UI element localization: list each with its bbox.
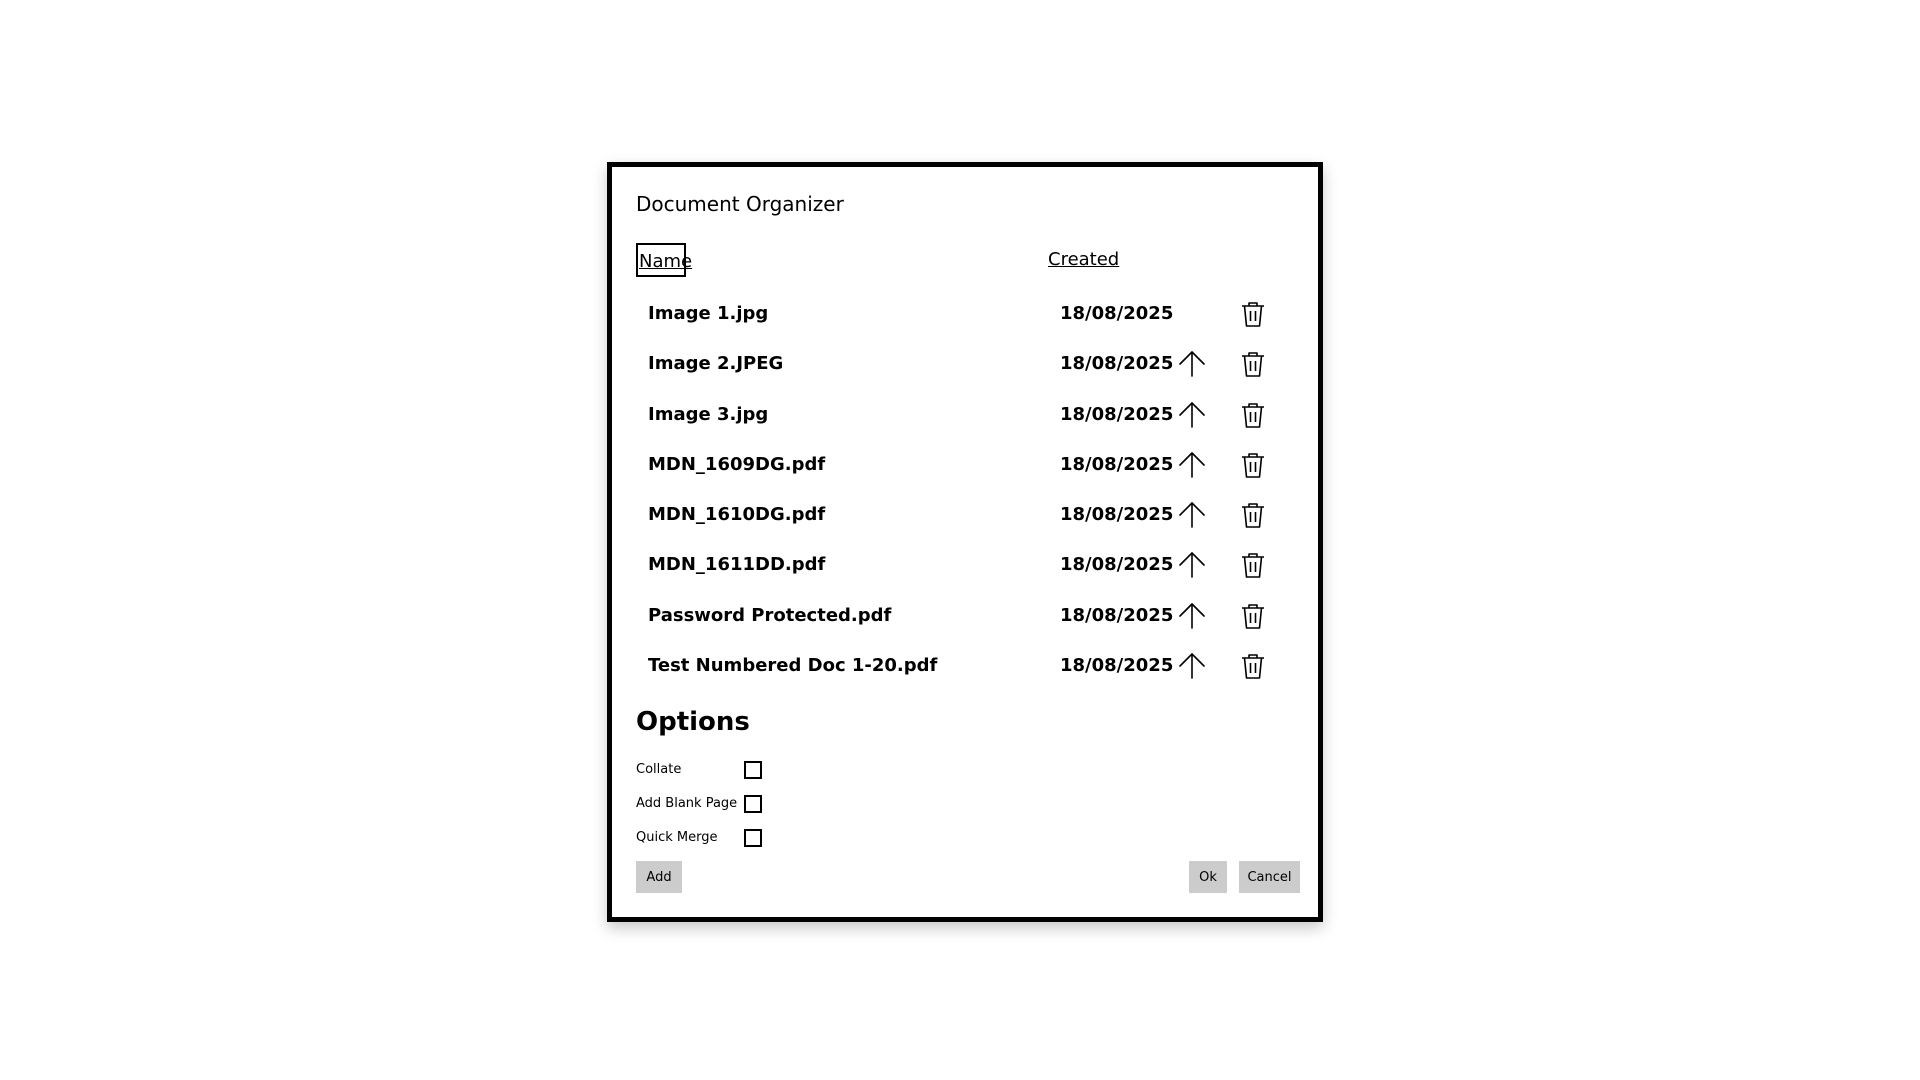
sort-by-created-header[interactable]: Created	[1048, 243, 1119, 277]
move-up-button[interactable]	[1178, 501, 1206, 529]
file-row: Password Protected.pdf 18/08/2025	[612, 591, 1318, 641]
delete-file-button[interactable]	[1239, 652, 1267, 680]
file-row: Image 1.jpg 18/08/2025	[612, 289, 1318, 339]
trash-icon	[1239, 350, 1267, 378]
file-row: Image 2.JPEG 18/08/2025	[612, 339, 1318, 389]
file-name: Image 1.jpg	[648, 303, 769, 324]
file-row: Test Numbered Doc 1-20.pdf 18/08/2025	[612, 641, 1318, 691]
arrow-up-icon	[1178, 652, 1206, 680]
trash-icon	[1239, 401, 1267, 429]
delete-file-button[interactable]	[1239, 451, 1267, 479]
delete-file-button[interactable]	[1239, 551, 1267, 579]
file-name: Image 3.jpg	[648, 403, 769, 425]
add-button[interactable]: Add	[636, 861, 682, 893]
trash-icon	[1239, 551, 1267, 579]
option-label: Quick Merge	[636, 830, 718, 845]
dialog-title: Document Organizer	[636, 192, 844, 216]
file-name: Test Numbered Doc 1-20.pdf	[648, 655, 938, 677]
trash-icon	[1239, 451, 1267, 479]
quick-merge-checkbox[interactable]	[744, 829, 762, 847]
trash-icon	[1239, 652, 1267, 680]
cancel-button[interactable]: Cancel	[1239, 861, 1300, 893]
option-label: Add Blank Page	[636, 796, 738, 811]
file-name: MDN_1609DG.pdf	[648, 453, 826, 475]
arrow-up-icon	[1178, 401, 1206, 429]
file-name: Password Protected.pdf	[648, 604, 892, 626]
move-up-button[interactable]	[1178, 652, 1206, 680]
file-name: MDN_1611DD.pdf	[648, 554, 826, 576]
file-created-date: 18/08/2025	[1060, 303, 1174, 324]
move-up-button[interactable]	[1178, 551, 1206, 579]
ok-button[interactable]: Ok	[1189, 861, 1227, 893]
move-up-button[interactable]	[1178, 401, 1206, 429]
move-up-button[interactable]	[1178, 451, 1206, 479]
file-created-date: 18/08/2025	[1060, 453, 1174, 475]
delete-file-button[interactable]	[1239, 300, 1267, 328]
arrow-up-icon	[1178, 602, 1206, 630]
file-created-date: 18/08/2025	[1060, 554, 1174, 576]
file-created-date: 18/08/2025	[1060, 403, 1174, 425]
file-row: MDN_1609DG.pdf 18/08/2025	[612, 440, 1318, 490]
file-created-date: 18/08/2025	[1060, 353, 1174, 375]
trash-icon	[1239, 300, 1267, 328]
option-collate: Collate	[636, 759, 836, 783]
delete-file-button[interactable]	[1239, 602, 1267, 630]
option-label: Collate	[636, 762, 682, 777]
file-created-date: 18/08/2025	[1060, 604, 1174, 626]
document-organizer-dialog: Document Organizer Name Created Image 1.…	[607, 162, 1323, 922]
move-up-button[interactable]	[1178, 350, 1206, 378]
file-created-date: 18/08/2025	[1060, 504, 1174, 526]
delete-file-button[interactable]	[1239, 401, 1267, 429]
trash-icon	[1239, 602, 1267, 630]
file-created-date: 18/08/2025	[1060, 655, 1174, 677]
arrow-up-icon	[1178, 501, 1206, 529]
move-up-button[interactable]	[1178, 602, 1206, 630]
arrow-up-icon	[1178, 551, 1206, 579]
file-row: MDN_1611DD.pdf 18/08/2025	[612, 540, 1318, 590]
file-row: MDN_1610DG.pdf 18/08/2025	[612, 490, 1318, 540]
file-name: MDN_1610DG.pdf	[648, 504, 826, 526]
add-blank-page-checkbox[interactable]	[744, 795, 762, 813]
options-heading: Options	[636, 707, 750, 737]
option-add-blank-page: Add Blank Page	[636, 793, 836, 817]
arrow-up-icon	[1178, 451, 1206, 479]
file-name: Image 2.JPEG	[648, 353, 784, 375]
trash-icon	[1239, 501, 1267, 529]
delete-file-button[interactable]	[1239, 501, 1267, 529]
file-list: Image 1.jpg 18/08/2025 Image 2.JPEG 18/0…	[612, 289, 1318, 691]
sort-by-name-header[interactable]: Name	[636, 243, 692, 277]
option-quick-merge: Quick Merge	[636, 827, 836, 851]
collate-checkbox[interactable]	[744, 761, 762, 779]
file-row: Image 3.jpg 18/08/2025	[612, 390, 1318, 440]
arrow-up-icon	[1178, 350, 1206, 378]
delete-file-button[interactable]	[1239, 350, 1267, 378]
